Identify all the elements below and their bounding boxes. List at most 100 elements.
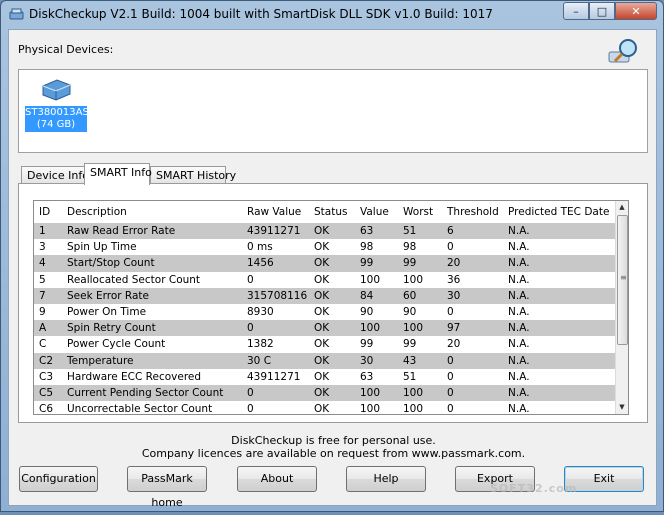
cell-status: OK bbox=[309, 223, 355, 240]
device-list: ST380013AS (74 GB) bbox=[18, 69, 648, 153]
help-button[interactable]: Help bbox=[346, 466, 426, 492]
cell-threshold: 36 bbox=[447, 273, 461, 286]
cell-worst: 99 bbox=[403, 338, 417, 351]
table-row[interactable]: 3 Spin Up Time 0 ms OK 98 98 0 N.A. bbox=[34, 239, 617, 255]
cell-worst: 100 bbox=[398, 384, 442, 402]
cell-worst: 51 bbox=[403, 370, 417, 383]
col-header-predicted-tec-date[interactable]: Predicted TEC Date bbox=[503, 201, 617, 223]
magnifier-icon[interactable] bbox=[607, 36, 641, 66]
tab-smart-history[interactable]: SMART History bbox=[150, 166, 236, 184]
table-row[interactable]: C Power Cycle Count 1382 OK 99 99 20 N.A. bbox=[34, 336, 617, 352]
cell-id: C bbox=[39, 338, 47, 351]
cell-worst: 100 bbox=[398, 320, 442, 337]
cell-id: 5 bbox=[39, 273, 46, 286]
device-item[interactable]: ST380013AS (74 GB) bbox=[25, 74, 89, 134]
watermark: SOFT32.com bbox=[490, 482, 578, 495]
cell-value: 98 bbox=[360, 241, 374, 254]
hard-drive-icon bbox=[42, 79, 71, 101]
minimize-button[interactable]: – bbox=[563, 2, 589, 20]
configuration-button[interactable]: Configuration bbox=[19, 466, 98, 492]
about-button[interactable]: About bbox=[237, 466, 317, 492]
cell-value: 100 bbox=[360, 273, 381, 286]
table-row[interactable]: C5 Current Pending Sector Count 0 OK 100 100 0… bbox=[34, 384, 617, 402]
col-header-worst[interactable]: Worst bbox=[398, 201, 442, 223]
cell-worst: 51 bbox=[398, 223, 442, 240]
col-header-threshold[interactable]: Threshold bbox=[442, 201, 503, 223]
table-row[interactable]: 5 Reallocated Sector Count 0 OK 100 100 36 N.A. bbox=[34, 272, 617, 288]
app-icon bbox=[9, 8, 24, 20]
cell-worst: 60 bbox=[398, 287, 442, 304]
cell-id: 3 bbox=[39, 241, 46, 254]
device-label: ST380013AS (74 GB) bbox=[25, 106, 89, 132]
title-bar[interactable]: DiskCheckup V2.1 Build: 1004 built with … bbox=[1, 1, 663, 27]
table-row[interactable]: 1 Raw Read Error Rate 43911271 OK 63 51 6 N.A. bbox=[34, 223, 617, 240]
grip-icon: ≡ bbox=[620, 273, 627, 282]
tab-smart-info[interactable]: SMART Info bbox=[84, 163, 152, 185]
col-header-id[interactable]: ID bbox=[34, 201, 62, 223]
col-header-status[interactable]: Status bbox=[309, 201, 355, 223]
cell-id: C5 bbox=[34, 384, 62, 402]
cell-raw-value: 1382 bbox=[247, 338, 274, 351]
cell-worst: 43 bbox=[398, 352, 442, 369]
tab-device-info[interactable]: Device Info bbox=[21, 166, 89, 184]
cell-raw-value: 30 C bbox=[242, 352, 309, 369]
cell-id: C3 bbox=[39, 370, 54, 383]
cell-value: 84 bbox=[355, 287, 398, 304]
cell-description: Reallocated Sector Count bbox=[67, 273, 201, 286]
maximize-button[interactable]: □ bbox=[589, 2, 615, 20]
cell-status: OK bbox=[314, 306, 330, 319]
cell-raw-value: 8930 bbox=[247, 306, 274, 319]
cell-value: 63 bbox=[355, 223, 398, 240]
cell-worst: 98 bbox=[403, 241, 417, 254]
cell-threshold: 0 bbox=[447, 241, 454, 254]
scrollbar-thumb[interactable]: ≡ bbox=[617, 215, 628, 345]
cell-raw-value: 1456 bbox=[242, 255, 309, 272]
cell-status: OK bbox=[309, 320, 355, 337]
vertical-scrollbar[interactable]: ▲ ≡ ▼ bbox=[615, 201, 628, 414]
close-button[interactable]: ✕ bbox=[615, 2, 657, 20]
table-row[interactable]: C6 Uncorrectable Sector Count 0 OK 100 100 0 N.… bbox=[34, 401, 617, 415]
cell-tec-date: N.A. bbox=[508, 241, 530, 254]
table-header-row: ID Description Raw Value Status Value Wo… bbox=[34, 201, 617, 223]
cell-raw-value: 43911271 bbox=[247, 370, 301, 383]
cell-status: OK bbox=[314, 273, 330, 286]
col-header-value[interactable]: Value bbox=[355, 201, 398, 223]
smart-table-container: ID Description Raw Value Status Value Wo… bbox=[33, 200, 629, 415]
smart-table: ID Description Raw Value Status Value Wo… bbox=[34, 201, 617, 415]
table-row[interactable]: 9 Power On Time 8930 OK 90 90 0 N.A. bbox=[34, 304, 617, 320]
scroll-up-arrow-icon[interactable]: ▲ bbox=[616, 201, 628, 214]
client-area: Physical Devices: ST380013AS (74 GB) Dev… bbox=[8, 29, 657, 509]
table-row[interactable]: 7 Seek Error Rate 315708116 OK 84 60 30 N.A. bbox=[34, 287, 617, 304]
cell-status: OK bbox=[309, 255, 355, 272]
cell-value: 90 bbox=[360, 306, 374, 319]
cell-value: 30 bbox=[355, 352, 398, 369]
cell-raw-value: 0 bbox=[247, 273, 254, 286]
cell-tec-date: N.A. bbox=[503, 352, 617, 369]
table-row[interactable]: A Spin Retry Count 0 OK 100 100 97 N.A. bbox=[34, 320, 617, 337]
app-window: DiskCheckup V2.1 Build: 1004 built with … bbox=[0, 0, 664, 512]
col-header-description[interactable]: Description bbox=[62, 201, 242, 223]
cell-worst: 90 bbox=[403, 306, 417, 319]
cell-value: 100 bbox=[355, 320, 398, 337]
scroll-down-arrow-icon[interactable]: ▼ bbox=[616, 401, 628, 414]
table-row[interactable]: C3 Hardware ECC Recovered 43911271 OK 63 51 0 N… bbox=[34, 369, 617, 385]
cell-id: 1 bbox=[34, 223, 62, 240]
cell-raw-value: 0 bbox=[247, 403, 254, 415]
cell-tec-date: N.A. bbox=[503, 320, 617, 337]
licence-notice: Company licences are available on reques… bbox=[141, 447, 526, 460]
cell-description: Raw Read Error Rate bbox=[62, 223, 242, 240]
cell-threshold: 0 bbox=[447, 370, 454, 383]
passmark-home-button[interactable]: PassMark home bbox=[127, 466, 207, 509]
cell-threshold: 20 bbox=[442, 255, 503, 272]
cell-status: OK bbox=[309, 352, 355, 369]
cell-status: OK bbox=[314, 403, 330, 415]
table-row[interactable]: C2 Temperature 30 C OK 30 43 0 N.A. bbox=[34, 352, 617, 369]
cell-worst: 99 bbox=[398, 255, 442, 272]
cell-description: Seek Error Rate bbox=[62, 287, 242, 304]
cell-tec-date: N.A. bbox=[503, 223, 617, 240]
cell-status: OK bbox=[309, 384, 355, 402]
col-header-raw-value[interactable]: Raw Value bbox=[242, 201, 309, 223]
table-row[interactable]: 4 Start/Stop Count 1456 OK 99 99 20 N.A. bbox=[34, 255, 617, 272]
cell-status: OK bbox=[314, 370, 330, 383]
cell-id: 4 bbox=[34, 255, 62, 272]
